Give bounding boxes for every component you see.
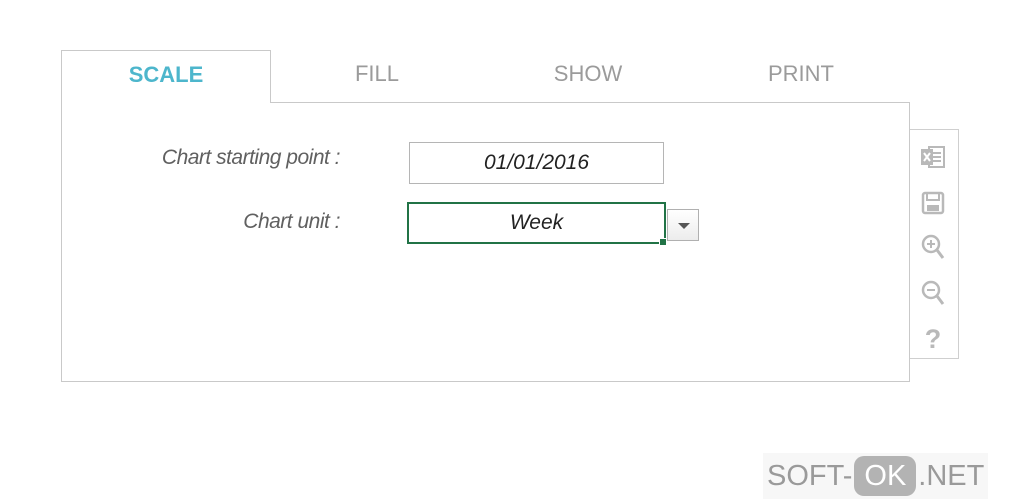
tab-fill[interactable]: FILL <box>272 50 482 103</box>
fill-handle[interactable] <box>659 238 667 246</box>
chart-starting-point-label: Chart starting point : <box>161 146 341 169</box>
excel-icon[interactable] <box>918 142 948 172</box>
save-icon[interactable] <box>918 188 948 218</box>
watermark: SOFT- OK .NET <box>763 453 989 499</box>
watermark-suffix: .NET <box>918 460 985 492</box>
watermark-ok: OK <box>854 456 917 496</box>
chevron-down-icon <box>678 223 690 229</box>
chart-starting-point-input[interactable]: 01/01/2016 <box>409 142 664 184</box>
tab-print[interactable]: PRINT <box>696 50 906 103</box>
help-icon[interactable]: ? <box>918 322 948 356</box>
tab-scale[interactable]: SCALE <box>61 50 271 103</box>
tab-show[interactable]: SHOW <box>483 50 693 103</box>
zoom-out-icon[interactable] <box>918 278 948 308</box>
chart-unit-dropdown-button[interactable] <box>667 209 699 241</box>
watermark-prefix: SOFT- <box>767 460 853 492</box>
chart-unit-select[interactable]: Week <box>407 202 666 244</box>
zoom-in-icon[interactable] <box>918 232 948 262</box>
side-toolbar: ? <box>910 129 959 359</box>
chart-unit-label: Chart unit : <box>243 210 340 233</box>
